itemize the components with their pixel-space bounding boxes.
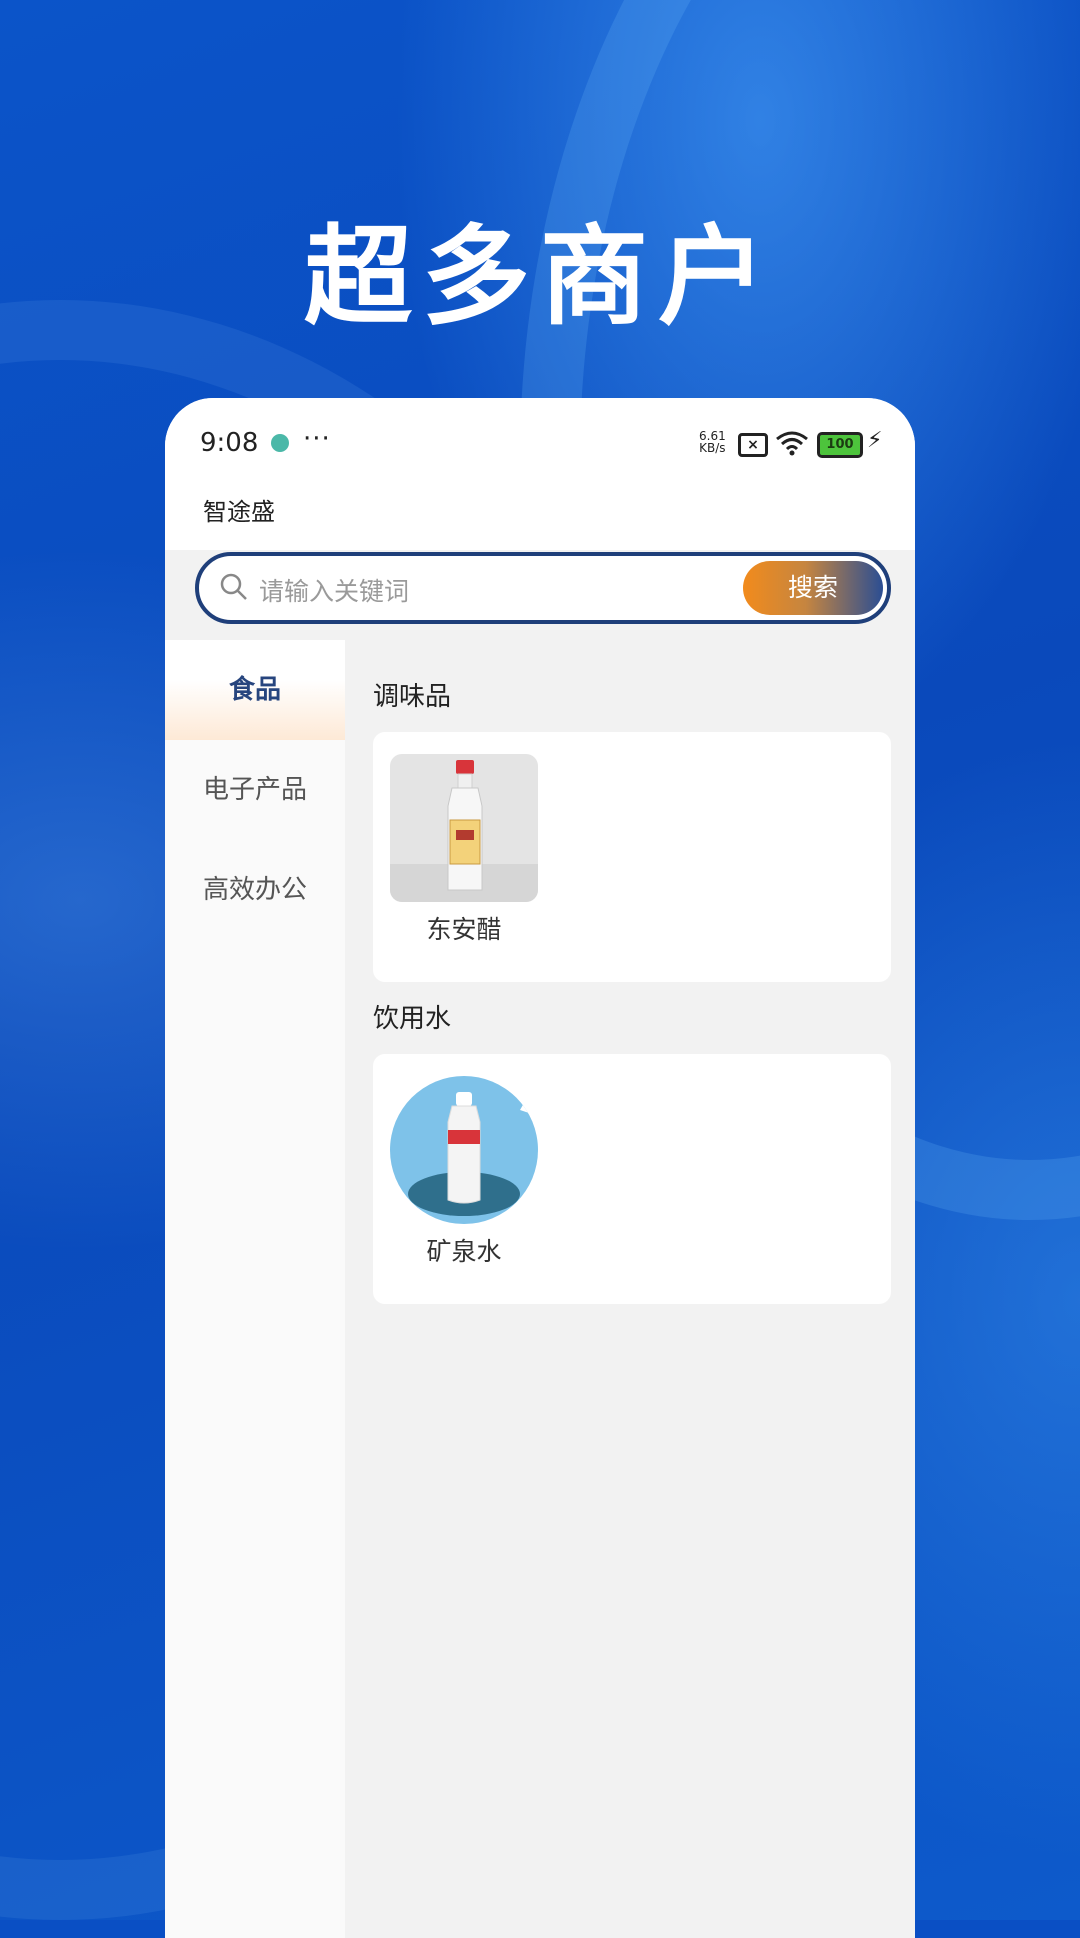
section-title: 饮用水 <box>373 1004 452 1034</box>
status-time: 9:08 <box>200 428 259 458</box>
no-sim-icon: × <box>738 433 768 457</box>
product-name[interactable]: 东安醋 <box>390 910 538 946</box>
app-title: 智途盛 <box>203 498 275 526</box>
product-card: 矿泉水 <box>373 1054 891 1304</box>
product-card: 东安醋 <box>373 732 891 982</box>
wifi-icon <box>776 431 808 456</box>
search-icon <box>220 573 247 600</box>
banner-headline: 超多商户 <box>303 215 776 340</box>
more-icon: ··· <box>303 424 331 454</box>
water-bottle-icon <box>408 1092 538 1216</box>
product-list: 调味品 东安醋 饮用水 矿泉水 <box>345 640 915 1938</box>
vinegar-bottle-image[interactable] <box>390 754 538 902</box>
search-button[interactable]: 搜索 <box>743 561 883 615</box>
product-name[interactable]: 矿泉水 <box>390 1232 538 1268</box>
search-bar: 请输入关键词 搜索 <box>165 550 915 640</box>
search-placeholder: 请输入关键词 <box>259 577 410 606</box>
vinegar-bottle-icon <box>390 760 538 902</box>
search-input[interactable]: 请输入关键词 搜索 <box>195 552 891 624</box>
category-sidebar: 食品 电子产品 高效办公 <box>165 640 345 1938</box>
globe-icon <box>271 434 289 452</box>
section-title: 调味品 <box>373 682 452 712</box>
status-bar: 9:08 ··· 6.61 KB/s × 100 ⚡ <box>165 398 915 490</box>
battery-icon: 100 <box>817 432 863 458</box>
sidebar-item-food[interactable]: 食品 <box>165 640 345 740</box>
water-bottle-image[interactable] <box>390 1076 538 1224</box>
category-content: 食品 电子产品 高效办公 调味品 东安醋 饮用水 矿泉水 <box>165 640 915 1938</box>
app-header: 智途盛 <box>165 490 915 550</box>
network-speed-unit: KB/s <box>699 441 726 455</box>
sidebar-item-office[interactable]: 高效办公 <box>165 840 345 940</box>
phone-screen: 9:08 ··· 6.61 KB/s × 100 ⚡ 智途盛 请输入关键词 搜索 <box>165 398 915 1938</box>
network-speed: 6.61 KB/s <box>699 430 726 454</box>
sidebar-item-electronics[interactable]: 电子产品 <box>165 740 345 840</box>
charging-icon: ⚡ <box>867 428 883 453</box>
